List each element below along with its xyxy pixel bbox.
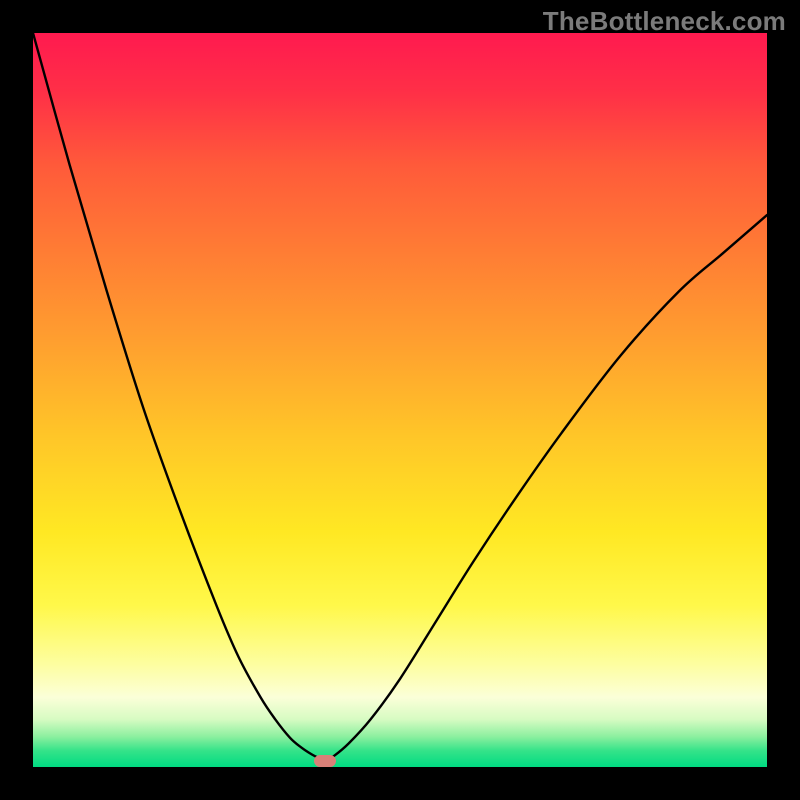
bottleneck-marker [314, 755, 336, 767]
gradient-background [33, 33, 767, 767]
chart-frame: TheBottleneck.com [0, 0, 800, 800]
plot-area [33, 33, 767, 767]
chart-svg [33, 33, 767, 767]
